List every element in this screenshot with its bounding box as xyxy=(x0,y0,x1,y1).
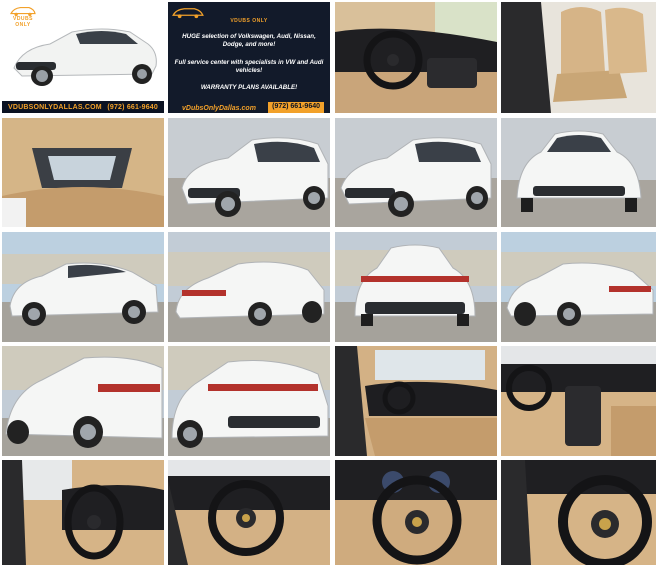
ad-service-text: Full service center with specialists in … xyxy=(174,59,324,74)
vdubs-logo: VDUBS ONLY xyxy=(168,6,330,24)
car-rear-quarter-icon xyxy=(168,232,330,342)
photo-thumbnail[interactable] xyxy=(2,346,164,456)
steering-wheel-icon xyxy=(501,460,656,565)
photo-thumbnail[interactable] xyxy=(501,118,656,227)
photo-thumbnail[interactable] xyxy=(335,2,497,113)
logo-brand-text: VDUBS ONLY xyxy=(12,16,33,28)
dealer-phone[interactable]: (972) 661-9640 xyxy=(268,102,324,113)
car-rear-quarter-icon xyxy=(168,346,330,456)
steering-wheel-icon xyxy=(335,460,497,565)
photo-thumbnail[interactable] xyxy=(168,460,330,565)
car-rear-icon xyxy=(335,232,497,342)
dealer-url[interactable]: VDUBSONLYDALLAS.COM xyxy=(8,104,102,111)
photo-thumbnail[interactable] xyxy=(335,232,497,342)
photo-thumbnail[interactable] xyxy=(335,460,497,565)
photo-thumbnail[interactable] xyxy=(501,460,656,565)
interior-icon xyxy=(335,346,497,456)
photo-thumbnail[interactable] xyxy=(2,460,164,565)
photo-thumbnail[interactable] xyxy=(2,232,164,342)
car-front-quarter-icon xyxy=(335,118,497,227)
dealer-info-tile[interactable]: VDUBS ONLY HUGE selection of Volkswagen,… xyxy=(168,2,330,113)
console-icon xyxy=(501,346,656,456)
car-rear-quarter-icon xyxy=(2,346,164,456)
ad-warranty-text: WARRANTY PLANS AVAILABLE! xyxy=(200,84,298,91)
photo-thumbnail[interactable] xyxy=(501,346,656,456)
photo-thumbnail[interactable] xyxy=(335,346,497,456)
car-front-quarter-icon xyxy=(168,118,330,227)
steering-wheel-icon xyxy=(2,460,164,565)
vdubs-logo: VDUBS ONLY xyxy=(6,5,40,28)
ad-selection-text: HUGE selection of Volkswagen, Audi, Niss… xyxy=(182,33,316,48)
dealer-phone[interactable]: (972) 661-9640 xyxy=(107,104,158,111)
sunroof-icon xyxy=(2,118,164,227)
photo-thumbnail[interactable] xyxy=(168,346,330,456)
dealer-url[interactable]: vDubsOnlyDallas.com xyxy=(182,105,256,112)
photo-thumbnail[interactable] xyxy=(2,118,164,227)
ad-footer-bar: VDUBSONLYDALLAS.COM (972) 661-9640 xyxy=(2,101,164,113)
car-rear-quarter-icon xyxy=(501,232,656,342)
photo-thumbnail[interactable] xyxy=(501,2,656,113)
car-side-icon xyxy=(2,232,164,342)
dealer-ad-tile[interactable]: VDUBS ONLY VDUBSONLYDALLAS.COM (972) 661… xyxy=(2,2,164,113)
logo-brand-text: VDUBS ONLY xyxy=(230,18,268,24)
seat-icon xyxy=(501,2,656,113)
dashboard-icon xyxy=(335,2,497,113)
photo-thumbnail[interactable] xyxy=(335,118,497,227)
photo-thumbnail[interactable] xyxy=(168,118,330,227)
photo-gallery-grid: VDUBS ONLY VDUBSONLYDALLAS.COM (972) 661… xyxy=(0,0,658,567)
photo-thumbnail[interactable] xyxy=(501,232,656,342)
steering-wheel-icon xyxy=(168,460,330,565)
car-front-icon xyxy=(501,118,656,227)
photo-thumbnail[interactable] xyxy=(168,232,330,342)
